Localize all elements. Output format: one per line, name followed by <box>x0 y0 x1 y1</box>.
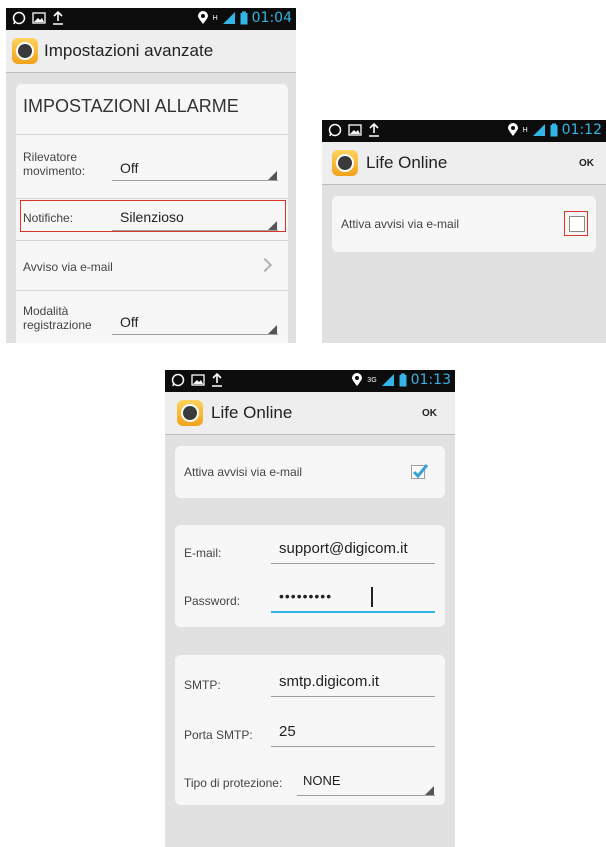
motion-detector-label: Rilevatore movimento: <box>23 150 86 178</box>
upload-icon <box>369 123 379 137</box>
status-bar: H 01:04 <box>6 8 296 30</box>
battery-icon <box>240 11 248 25</box>
divider <box>16 290 288 291</box>
action-bar: Life Online OK <box>322 142 606 185</box>
protection-type-label: Tipo di protezione: <box>184 776 283 790</box>
password-field[interactable]: ••••••••• <box>279 588 332 604</box>
smtp-field[interactable]: smtp.digicom.it <box>279 673 379 690</box>
battery-icon <box>550 123 558 137</box>
location-icon <box>352 373 363 386</box>
recording-mode-row[interactable]: Modalità registrazione Off <box>16 292 288 343</box>
gallery-icon <box>348 124 362 136</box>
recording-mode-label: Modalità registrazione <box>23 304 92 332</box>
motion-detector-value[interactable]: Off <box>120 160 138 176</box>
recording-mode-value[interactable]: Off <box>120 314 138 330</box>
enable-email-label: Attiva avvisi via e-mail <box>341 217 460 231</box>
field-underline <box>112 334 278 335</box>
email-alert-row[interactable]: Avviso via e-mail <box>16 242 288 288</box>
status-time: 01:04 <box>251 10 292 26</box>
signal-icon <box>222 12 235 24</box>
notifications-highlight <box>20 200 286 232</box>
ok-button[interactable]: OK <box>422 408 437 419</box>
dropdown-arrow-icon <box>268 171 277 180</box>
action-bar: Life Online OK <box>165 392 455 435</box>
motion-detector-row[interactable]: Rilevatore movimento: Off <box>16 136 288 196</box>
signal-icon <box>381 374 394 386</box>
app-icon[interactable] <box>12 38 38 64</box>
status-bar: H 01:12 <box>322 120 606 142</box>
whatsapp-icon <box>12 11 26 25</box>
page-title: Impostazioni avanzate <box>44 41 214 60</box>
divider <box>16 198 288 199</box>
field-underline <box>297 795 435 796</box>
password-label: Password: <box>184 594 241 608</box>
network-type-label: H <box>522 126 528 134</box>
checkbox-highlight <box>564 211 588 236</box>
screen-email-disabled: H 01:12 Life Online OK Attiva avvisi via… <box>322 120 606 343</box>
email-alert-label: Avviso via e-mail <box>23 260 113 274</box>
enable-email-label: Attiva avvisi via e-mail <box>184 465 303 479</box>
network-type-label: H <box>212 14 218 22</box>
field-underline <box>271 696 435 697</box>
field-underline <box>271 746 435 747</box>
email-toggle-card: Attiva avvisi via e-mail <box>175 446 445 498</box>
checkmark-icon[interactable] <box>411 463 429 479</box>
chevron-right-icon <box>257 257 273 273</box>
smtp-label: SMTP: <box>184 678 221 692</box>
email-toggle-card: Attiva avvisi via e-mail <box>332 196 596 252</box>
status-time: 01:12 <box>561 122 602 138</box>
credentials-card: E-mail: support@digicom.it Password: •••… <box>175 525 445 627</box>
smtp-port-field[interactable]: 25 <box>279 723 296 740</box>
action-bar: Impostazioni avanzate <box>6 30 296 73</box>
email-field[interactable]: support@digicom.it <box>279 540 408 557</box>
status-time: 01:13 <box>410 372 451 388</box>
field-underline <box>112 180 278 181</box>
gallery-icon <box>191 374 205 386</box>
divider <box>16 240 288 241</box>
divider <box>16 134 288 135</box>
screen-email-settings: 3G 01:13 Life Online OK Attiva avvisi vi… <box>165 370 455 847</box>
password-underline-focused <box>271 611 435 613</box>
screen-advanced-settings: H 01:04 Impostazioni avanzate IMPOSTAZIO… <box>6 8 296 343</box>
page-title: Life Online <box>211 403 293 422</box>
text-cursor <box>371 587 373 607</box>
smtp-port-label: Porta SMTP: <box>184 728 253 742</box>
status-bar: 3G 01:13 <box>165 370 455 392</box>
battery-icon <box>399 373 407 387</box>
upload-icon <box>212 373 222 387</box>
gallery-icon <box>32 12 46 24</box>
whatsapp-icon <box>171 373 185 387</box>
alarm-settings-card: IMPOSTAZIONI ALLARME Rilevatore moviment… <box>16 84 288 343</box>
signal-icon <box>532 124 545 136</box>
dropdown-arrow-icon <box>425 786 434 795</box>
network-type-label: 3G <box>367 376 377 384</box>
page-title: Life Online <box>366 153 448 172</box>
ok-button[interactable]: OK <box>579 158 594 169</box>
location-icon <box>197 11 208 24</box>
location-icon <box>507 123 518 136</box>
app-icon[interactable] <box>332 150 358 176</box>
dropdown-arrow-icon <box>268 325 277 334</box>
app-icon[interactable] <box>177 400 203 426</box>
email-label: E-mail: <box>184 546 222 560</box>
field-underline <box>271 563 435 564</box>
protection-type-select[interactable]: NONE <box>303 773 341 788</box>
section-header: IMPOSTAZIONI ALLARME <box>23 96 239 116</box>
whatsapp-icon <box>328 123 342 137</box>
upload-icon <box>53 11 63 25</box>
smtp-card: SMTP: smtp.digicom.it Porta SMTP: 25 Tip… <box>175 655 445 805</box>
